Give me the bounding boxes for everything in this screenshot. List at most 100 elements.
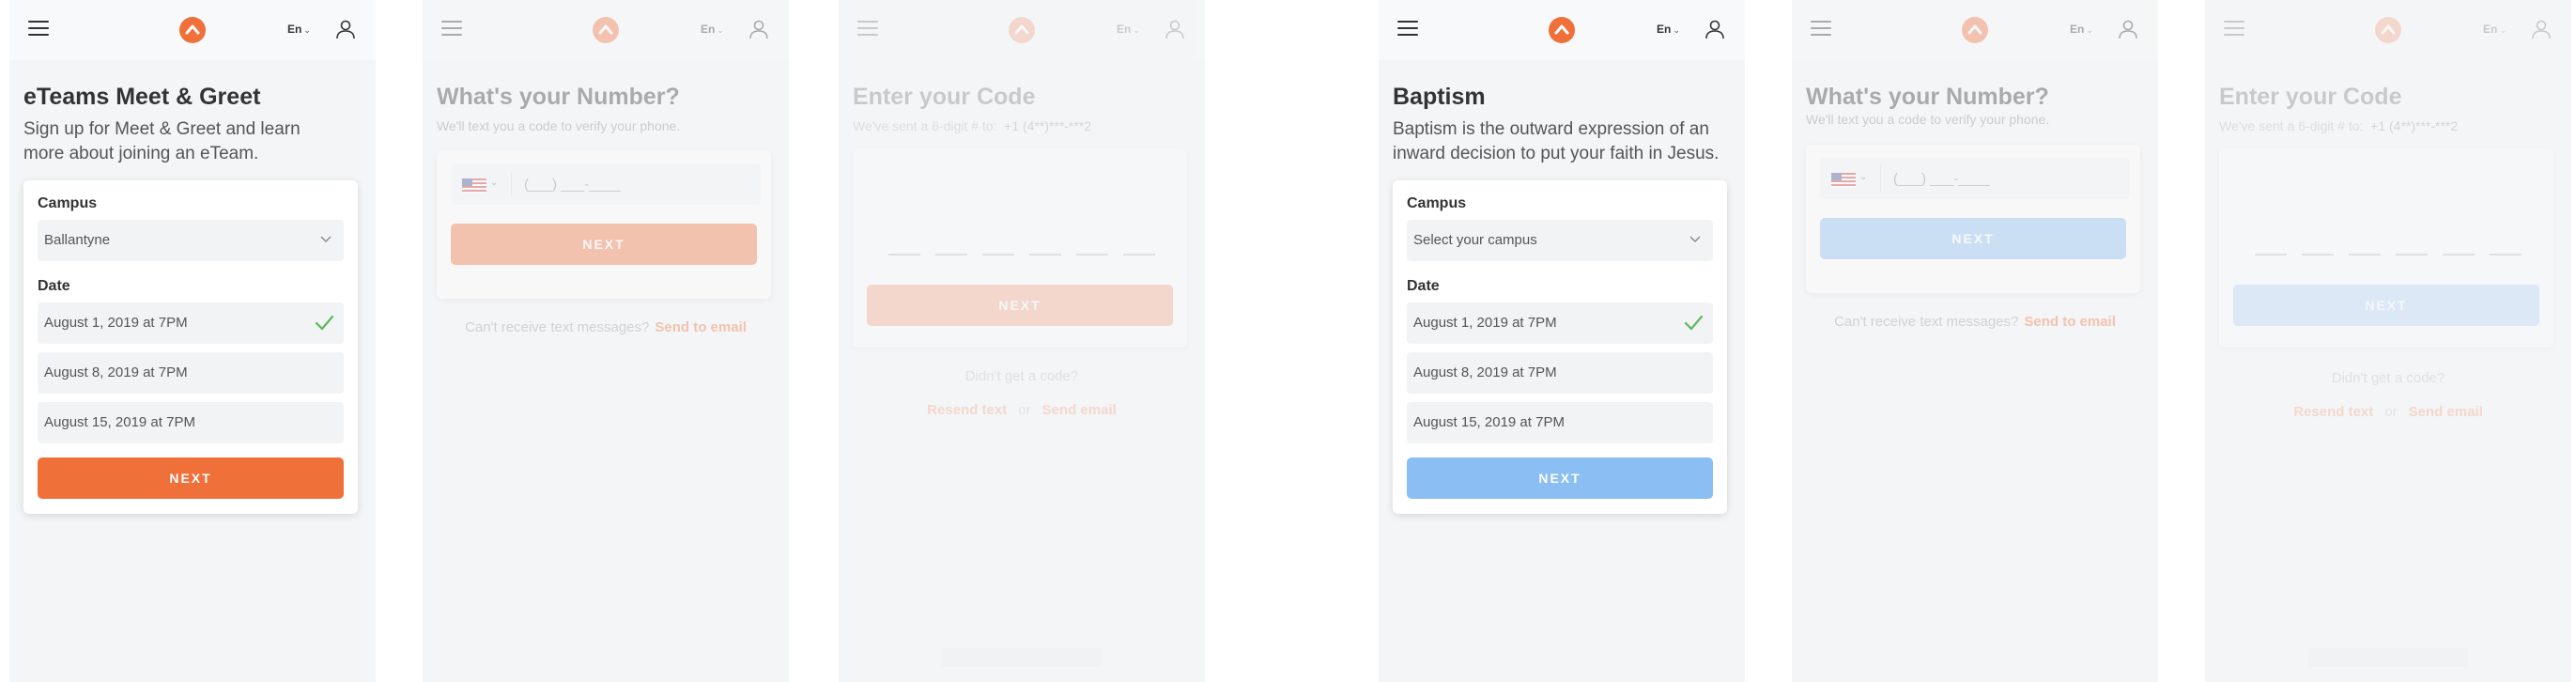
send-email-link[interactable]: Send email: [2409, 404, 2483, 420]
divider: [1880, 165, 1881, 192]
code-digit-slot: [2443, 254, 2475, 256]
chevron-down-icon: [1689, 236, 1701, 242]
signup-card: Campus Ballantyne Date August 1, 2019 at…: [23, 180, 358, 514]
didnt-get-code: Didn't get a code?: [964, 368, 1079, 384]
send-to-email-link[interactable]: Send to email: [2024, 314, 2116, 330]
language-label: En: [287, 23, 302, 36]
date-option-label: August 1, 2019 at 7PM: [1413, 315, 1557, 331]
menu-icon[interactable]: [28, 21, 49, 36]
phone-input[interactable]: ⌄ (___) ___-____: [1820, 158, 2130, 199]
language-selector[interactable]: En ⌄: [701, 23, 724, 36]
logo-icon[interactable]: [2375, 17, 2401, 43]
menu-icon[interactable]: [1811, 21, 1831, 36]
logo-icon[interactable]: [1009, 17, 1035, 43]
date-option[interactable]: August 15, 2019 at 7PM: [38, 402, 344, 443]
language-selector[interactable]: En ⌄: [2070, 23, 2093, 36]
code-input[interactable]: [853, 195, 1187, 256]
next-button[interactable]: NEXT: [451, 224, 757, 265]
menu-icon[interactable]: [2224, 21, 2244, 36]
code-card: NEXT: [853, 148, 1187, 348]
logo-icon[interactable]: [179, 17, 206, 43]
code-digit-slot: [1029, 254, 1061, 256]
date-option[interactable]: August 8, 2019 at 7PM: [38, 352, 344, 394]
chevron-down-icon: ⌄: [1133, 25, 1140, 35]
page-subtitle: Sign up for Meet & Greet and learn more …: [23, 119, 301, 163]
screen-meet-greet: En ⌄ eTeams Meet & Greet Sign up for Meet…: [9, 0, 376, 682]
check-icon: [1684, 315, 1704, 331]
language-label: En: [1657, 23, 1672, 36]
chevron-down-icon: ⌄: [1673, 25, 1680, 35]
send-email-link[interactable]: Send email: [1042, 402, 1117, 418]
logo-icon[interactable]: [1962, 17, 1988, 43]
us-flag-icon[interactable]: [462, 178, 486, 194]
language-selector[interactable]: En ⌄: [2483, 23, 2507, 36]
date-option[interactable]: August 8, 2019 at 7PM: [1407, 352, 1713, 394]
us-flag-icon[interactable]: [1831, 173, 1856, 188]
bottom-bar: [942, 648, 1102, 667]
user-icon[interactable]: [1165, 19, 1185, 39]
top-bar: En ⌄: [423, 0, 789, 60]
menu-icon[interactable]: [1397, 21, 1418, 36]
next-button[interactable]: NEXT: [38, 457, 344, 499]
page-title: Enter your Code: [853, 84, 1036, 110]
campus-placeholder: Select your campus: [1413, 232, 1537, 248]
next-button[interactable]: NEXT: [2233, 285, 2539, 326]
send-to-email-link[interactable]: Send to email: [655, 319, 747, 335]
date-option-label: August 15, 2019 at 7PM: [44, 414, 195, 430]
date-label: Date: [1407, 278, 1440, 294]
date-option[interactable]: August 1, 2019 at 7PM: [1407, 302, 1713, 344]
phone-card: ⌄ (___) ___-____ NEXT: [437, 150, 771, 299]
code-digit-slot: [2255, 254, 2287, 256]
resend-text-link[interactable]: Resend text: [2293, 404, 2373, 420]
code-digit-slot: [982, 254, 1014, 256]
screen-phone-number: En ⌄ What's your Number? We'll text you a…: [1792, 0, 2158, 682]
user-icon[interactable]: [335, 19, 356, 39]
date-option[interactable]: August 15, 2019 at 7PM: [1407, 402, 1713, 443]
resend-text-link[interactable]: Resend text: [927, 402, 1007, 418]
logo-icon[interactable]: [1549, 17, 1575, 43]
chevron-down-icon: ⌄: [717, 25, 724, 35]
bottom-bar: [2308, 648, 2468, 667]
logo-icon[interactable]: [593, 17, 619, 43]
page-subtitle: We'll text you a code to verify your pho…: [437, 118, 681, 133]
next-button[interactable]: NEXT: [867, 285, 1173, 326]
date-option-label: August 8, 2019 at 7PM: [44, 364, 188, 380]
code-digit-slot: [2349, 254, 2381, 256]
language-label: En: [701, 23, 716, 36]
language-selector[interactable]: En ⌄: [1657, 23, 1680, 36]
menu-icon[interactable]: [441, 21, 462, 36]
code-card: NEXT: [2219, 148, 2553, 348]
menu-icon[interactable]: [857, 21, 878, 36]
date-option-label: August 15, 2019 at 7PM: [1413, 414, 1565, 430]
masked-phone: +1 (4**)***-***2: [2370, 118, 2459, 133]
cant-receive-text: Can't receive text messages?: [465, 319, 650, 335]
top-bar: En ⌄: [9, 0, 376, 60]
screen-enter-code: En ⌄ Enter your Code We've sent a 6-digit…: [839, 0, 1205, 682]
chevron-down-icon[interactable]: ⌄: [490, 178, 498, 188]
date-option[interactable]: August 1, 2019 at 7PM: [38, 302, 344, 344]
code-digit-slot: [2396, 254, 2428, 256]
language-selector[interactable]: En ⌄: [287, 23, 311, 36]
divider: [511, 171, 512, 197]
code-digit-slot: [888, 254, 920, 256]
campus-select[interactable]: Ballantyne: [38, 220, 344, 261]
screen-phone-number: En ⌄ What's your Number? We'll text you a…: [423, 0, 789, 682]
page-title: What's your Number?: [437, 84, 680, 110]
or-label: or: [1018, 402, 1031, 418]
screen-enter-code: En ⌄ Enter your Code We've sent a 6-digit…: [2205, 0, 2571, 682]
date-option-label: August 8, 2019 at 7PM: [1413, 364, 1557, 380]
code-input[interactable]: [2219, 195, 2553, 256]
next-button[interactable]: NEXT: [1407, 457, 1713, 499]
user-icon[interactable]: [748, 19, 769, 39]
phone-placeholder: (___) ___-____: [1893, 171, 1990, 187]
chevron-down-icon[interactable]: ⌄: [1859, 172, 1867, 182]
user-icon[interactable]: [2531, 19, 2552, 39]
phone-input[interactable]: ⌄ (___) ___-____: [451, 163, 761, 205]
user-icon[interactable]: [1704, 19, 1725, 39]
date-option-label: August 1, 2019 at 7PM: [44, 315, 188, 331]
user-icon[interactable]: [2118, 19, 2138, 39]
next-button[interactable]: NEXT: [1820, 218, 2126, 259]
language-label: En: [1117, 23, 1132, 36]
campus-select[interactable]: Select your campus: [1407, 220, 1713, 261]
language-selector[interactable]: En ⌄: [1117, 23, 1140, 36]
